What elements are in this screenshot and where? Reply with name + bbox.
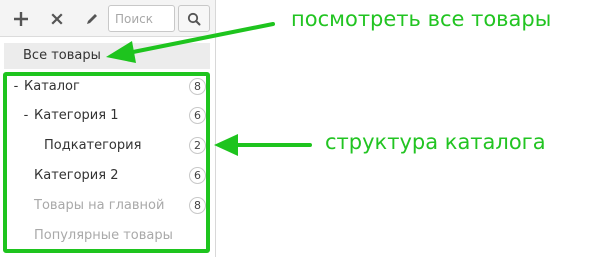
annotation-catalog-structure: структура каталога <box>325 130 546 154</box>
annotation-view-all-products: посмотреть все товары <box>291 7 552 31</box>
arrow-to-catalog-structure <box>214 134 312 156</box>
arrow-to-all-products <box>106 22 275 63</box>
annotation-arrows <box>106 22 312 156</box>
